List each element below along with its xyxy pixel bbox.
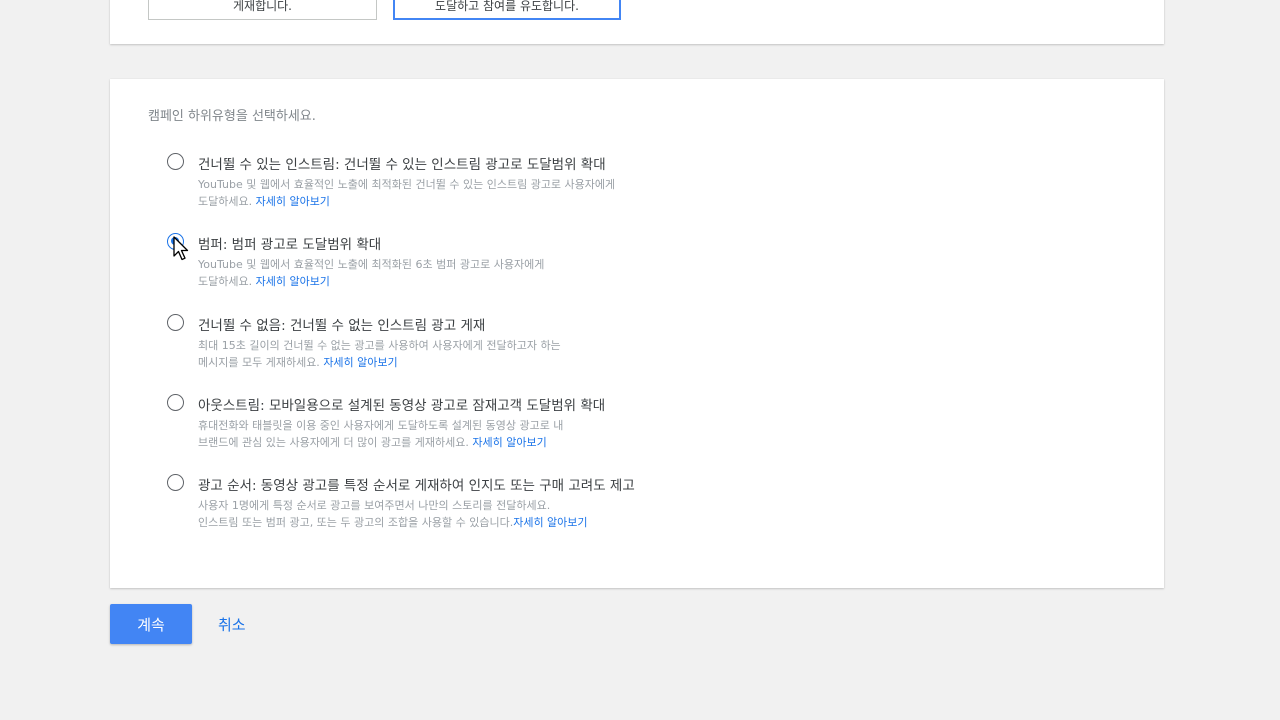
subtype-subtitle: 캠페인 하위유형을 선택하세요. (148, 109, 316, 124)
goal-option-a-label: 게재합니다. (232, 0, 292, 13)
learn-more-link[interactable]: 자세히 알아보기 (513, 516, 587, 529)
option-description: 휴대전화와 태블릿을 이용 중인 사용자에게 도달하도록 설계된 동영상 광고로… (198, 419, 564, 449)
learn-more-link[interactable]: 자세히 알아보기 (472, 436, 546, 449)
option-description: 사용자 1명에게 특정 순서로 광고를 보여주면서 나만의 스토리를 전달하세요… (198, 499, 588, 529)
radio-ad-sequence[interactable] (167, 474, 184, 491)
option-title: 광고 순서: 동영상 광고를 특정 순서로 게재하여 인지도 또는 구매 고려도… (198, 478, 635, 494)
learn-more-link[interactable]: 자세히 알아보기 (256, 195, 330, 208)
option-title: 범퍼: 범퍼 광고로 도달범위 확대 (198, 237, 382, 253)
learn-more-link[interactable]: 자세히 알아보기 (256, 275, 330, 288)
radio-skippable-instream[interactable] (167, 153, 184, 170)
learn-more-link[interactable]: 자세히 알아보기 (323, 356, 397, 369)
option-description: 최대 15초 길이의 건너뛸 수 없는 광고를 사용하여 사용자에게 전달하고자… (198, 339, 561, 369)
goal-card: 게재합니다. 도달하고 참여를 유도합니다. (110, 0, 1164, 44)
radio-outstream[interactable] (167, 394, 184, 411)
option-title: 건너뛸 수 있는 인스트림: 건너뛸 수 있는 인스트림 광고로 도달범위 확대 (198, 157, 606, 173)
campaign-subtype-card: 캠페인 하위유형을 선택하세요. 건너뛸 수 있는 인스트림: 건너뛸 수 있는… (110, 79, 1164, 588)
radio-non-skippable[interactable] (167, 314, 184, 331)
option-title: 건너뛸 수 없음: 건너뛸 수 없는 인스트림 광고 게재 (198, 318, 486, 334)
option-description: YouTube 및 웹에서 효율적인 노출에 최적화된 6초 범퍼 광고로 사용… (198, 258, 545, 288)
goal-option-a[interactable]: 게재합니다. (148, 0, 377, 20)
goal-option-b-selected[interactable]: 도달하고 참여를 유도합니다. (393, 0, 621, 20)
mouse-pointer-icon (173, 236, 189, 261)
cancel-button[interactable]: 취소 (212, 604, 252, 644)
continue-button[interactable]: 계속 (110, 604, 192, 644)
option-description: YouTube 및 웹에서 효율적인 노출에 최적화된 건너뛸 수 있는 인스트… (198, 178, 616, 208)
goal-option-b-label: 도달하고 참여를 유도합니다. (435, 0, 579, 13)
option-title: 아웃스트림: 모바일용으로 설계된 동영상 광고로 잠재고객 도달범위 확대 (198, 398, 606, 414)
